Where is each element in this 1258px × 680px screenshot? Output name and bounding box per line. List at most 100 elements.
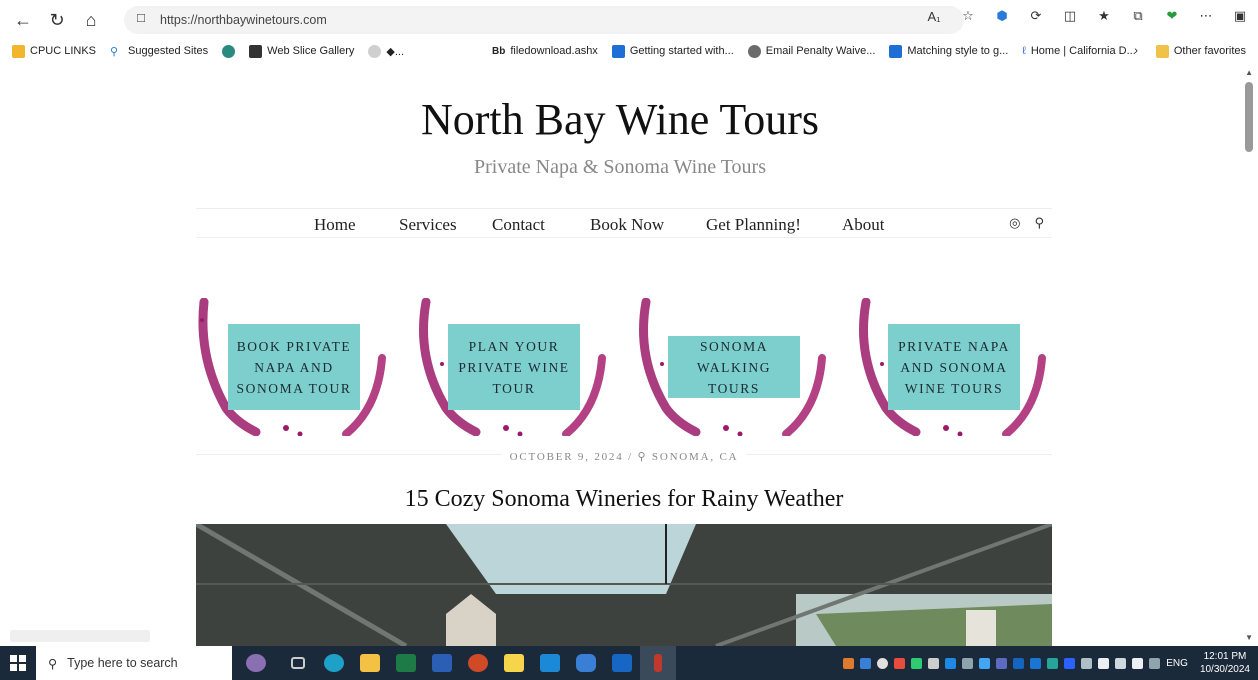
favorite-more[interactable]: ◆... — [368, 44, 404, 58]
split-screen-icon[interactable]: ◫ — [1060, 6, 1080, 26]
menu-icons: ◎ ⚲ — [1009, 215, 1044, 231]
promo-sonoma-walking-tours[interactable]: SONOMA WALKING TOURS — [636, 298, 826, 436]
copilot-icon[interactable]: ⟳ — [1026, 6, 1046, 26]
menu-item-home[interactable]: Home — [314, 215, 356, 235]
language-indicator[interactable]: ENG — [1166, 658, 1188, 669]
promo-label-line: SONOMA — [699, 338, 769, 354]
chevron-right-icon[interactable]: › — [1134, 45, 1138, 57]
refresh-icon[interactable]: ↻ — [40, 3, 74, 37]
webex-icon[interactable] — [532, 646, 568, 680]
home-icon[interactable]: ⌂ — [74, 3, 108, 37]
file-explorer-icon[interactable] — [352, 646, 388, 680]
promo-book-private-tour[interactable]: BOOK PRIVATE NAPA AND SONOMA TOUR — [196, 298, 386, 436]
tray-app-icon[interactable] — [877, 657, 889, 669]
outlook-icon[interactable] — [604, 646, 640, 680]
favorite-california-home[interactable]: ℓ Home | California D... — [1022, 45, 1136, 57]
powerpoint-icon[interactable] — [460, 646, 496, 680]
tray-app-icon[interactable] — [962, 657, 974, 669]
tray-app-icon[interactable] — [843, 657, 855, 669]
scroll-up-icon[interactable]: ▲ — [1245, 68, 1253, 77]
start-button[interactable] — [0, 646, 36, 680]
volume-icon[interactable] — [1149, 657, 1161, 669]
sidebar-toggle-icon[interactable]: ▣ — [1230, 6, 1250, 26]
favorite-app-icon[interactable] — [222, 44, 236, 58]
windows-taskbar: ⚲ Type here to search ENG 12:01 PM 10/30… — [0, 646, 1258, 680]
taskbar-clock[interactable]: 12:01 PM 10/30/2024 — [1200, 650, 1250, 676]
scroll-thumb[interactable] — [1245, 82, 1253, 152]
collections-icon[interactable]: ⧉ — [1128, 6, 1148, 26]
video-icon — [889, 44, 903, 58]
taskbar-search[interactable]: ⚲ Type here to search — [36, 646, 232, 680]
clock-date: 10/30/2024 — [1199, 664, 1250, 675]
tray-app-icon[interactable] — [996, 657, 1008, 669]
tray-app-icon[interactable] — [1081, 657, 1093, 669]
tray-app-icon[interactable] — [860, 657, 872, 669]
menu-item-services[interactable]: Services — [399, 215, 457, 235]
favorite-web-slice-gallery[interactable]: Web Slice Gallery — [249, 44, 354, 58]
favorite-suggested-sites[interactable]: ⚲ Suggested Sites — [110, 45, 208, 58]
active-app-icon[interactable] — [640, 646, 676, 680]
menu-item-book-now[interactable]: Book Now — [590, 215, 664, 235]
lock-icon: ☐ — [136, 13, 146, 25]
battery-icon[interactable] — [1115, 657, 1127, 669]
favorite-email-penalty[interactable]: Email Penalty Waive... — [747, 44, 875, 58]
favorite-cpuc-links[interactable]: CPUC LINKS — [12, 44, 96, 58]
extension-icon[interactable]: ⬢ — [992, 6, 1012, 26]
favorite-label: Home | California D... — [1030, 45, 1136, 57]
tray-app-icon[interactable] — [1047, 657, 1059, 669]
menu-item-contact[interactable]: Contact — [492, 215, 545, 235]
url-text: https://northbaywinetours.com — [160, 13, 327, 27]
page-scrollbar[interactable]: ▲ ▼ — [1240, 62, 1258, 646]
tray-app-icon[interactable] — [945, 657, 957, 669]
defender-icon[interactable] — [568, 646, 604, 680]
promo-label: PRIVATE NAPA AND SONOMA WINE TOURS — [888, 324, 1020, 410]
menu-item-get-planning[interactable]: Get Planning! — [706, 215, 801, 235]
excel-icon[interactable] — [388, 646, 424, 680]
back-icon[interactable]: ← — [6, 3, 40, 37]
folder-icon — [12, 44, 25, 58]
promo-private-napa-sonoma[interactable]: PRIVATE NAPA AND SONOMA WINE TOURS — [856, 298, 1046, 436]
tray-app-icon[interactable] — [928, 657, 940, 669]
usb-icon[interactable] — [1098, 657, 1110, 669]
search-icon[interactable]: ⚲ — [1034, 215, 1044, 231]
browser-toolbar: A₁ ☆ ⬢ ⟳ ◫ ★ ⧉ ❤ ⋯ ▣ — [924, 6, 1250, 26]
network-icon[interactable] — [1132, 657, 1144, 669]
promo-label: BOOK PRIVATE NAPA AND SONOMA TOUR — [228, 324, 360, 410]
scroll-down-icon[interactable]: ▼ — [1245, 633, 1253, 642]
tray-app-icon[interactable] — [1030, 657, 1042, 669]
post-title[interactable]: 15 Cozy Sonoma Wineries for Rainy Weathe… — [0, 486, 1240, 513]
edge-browser-icon[interactable] — [316, 646, 352, 680]
task-view-icon[interactable] — [280, 646, 316, 680]
promo-label-line: BOOK PRIVATE — [236, 338, 352, 354]
tray-app-icon[interactable] — [1013, 657, 1025, 669]
menu-item-about[interactable]: About — [842, 215, 885, 235]
sticky-notes-icon[interactable] — [496, 646, 532, 680]
favorite-matching-style[interactable]: Matching style to g... — [889, 44, 1008, 58]
post-date[interactable]: OCTOBER 9, 2024 — [510, 451, 624, 463]
post-location[interactable]: SONOMA, CA — [652, 451, 738, 463]
tray-app-icon[interactable] — [979, 657, 991, 669]
instagram-icon[interactable]: ◎ — [1009, 215, 1020, 231]
bluetooth-icon[interactable] — [1064, 657, 1076, 669]
page-viewport: North Bay Wine Tours Private Napa & Sono… — [0, 62, 1240, 646]
windows-logo-icon — [10, 655, 26, 671]
favorites-bar: CPUC LINKS ⚲ Suggested Sites Web Slice G… — [0, 40, 1258, 62]
url-bar[interactable]: ☐ https://northbaywinetours.com — [124, 6, 964, 34]
more-menu-icon[interactable]: ⋯ — [1196, 6, 1216, 26]
address-bar-row: ← ↻ ⌂ ☐ https://northbaywinetours.com A₁… — [0, 0, 1258, 40]
read-aloud-icon[interactable]: A₁ — [924, 6, 944, 26]
tray-app-icon[interactable] — [911, 657, 923, 669]
favorite-star-icon[interactable]: ☆ — [958, 6, 978, 26]
other-favorites[interactable]: Other favorites — [1155, 44, 1246, 58]
site-title[interactable]: North Bay Wine Tours — [0, 94, 1240, 145]
favorite-getting-started[interactable]: Getting started with... — [611, 44, 734, 58]
promo-plan-your-tour[interactable]: PLAN YOUR PRIVATE WINE TOUR — [416, 298, 606, 436]
word-icon[interactable] — [424, 646, 460, 680]
browser-essentials-icon[interactable]: ❤ — [1162, 6, 1182, 26]
tray-app-icon[interactable] — [894, 657, 906, 669]
favorites-icon[interactable]: ★ — [1094, 6, 1114, 26]
widgets-icon[interactable] — [232, 646, 280, 680]
search-icon: ⚲ — [110, 45, 119, 58]
favorite-filedownload[interactable]: Bb filedownload.ashx — [492, 45, 598, 57]
post-featured-image[interactable] — [196, 524, 1052, 646]
